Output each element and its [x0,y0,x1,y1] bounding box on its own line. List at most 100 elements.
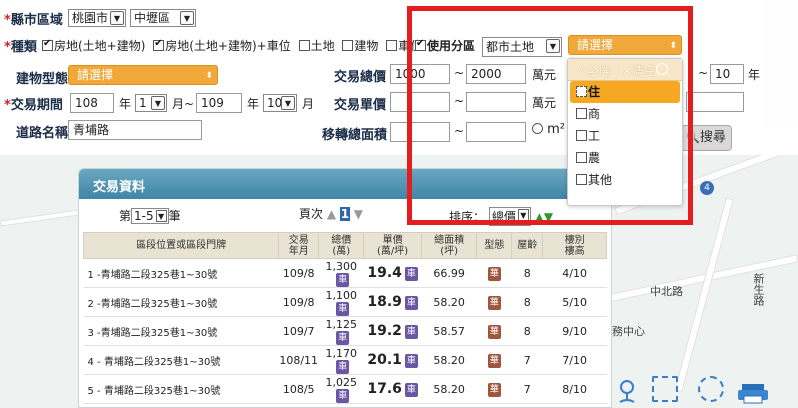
rectangle-select-icon[interactable] [652,376,678,402]
cell-unit-price: 18.9 車 [363,287,422,317]
cell-date: 109/8 [278,287,319,317]
building-type-icon[interactable]: 華 [487,382,501,397]
map-label: 中北路 [650,285,683,298]
parking-tag-icon[interactable]: 車 [336,388,350,403]
circle-select-icon[interactable] [698,376,724,402]
checkbox[interactable] [153,38,165,51]
type-checkbox-group: 房地(土地+建物) 房地(土地+建物)+車位 土地 建物 車位 [42,37,426,54]
building-type-icon[interactable]: 華 [487,266,501,281]
year-text: 年 [247,97,260,111]
age-to-input[interactable]: 10 [710,64,744,84]
checkbox[interactable] [386,40,398,51]
page-nav: 頁次 ▲ 1 ▼ [299,207,363,221]
transaction-table: 區段位置或區段門牌 交易 年月 總價 (萬) 單價 (萬/坪) 總面積 (坪) … [82,232,607,404]
period-to-year-input[interactable]: 109 [196,93,242,113]
cell-type: 華 [476,345,512,375]
checkbox[interactable] [42,38,53,51]
chevron-down-icon: ▼ [151,96,165,110]
type-option-house[interactable]: 房地(土地+建物) [42,37,145,54]
building-type-icon[interactable]: 華 [487,353,501,368]
current-page[interactable]: 1 [339,207,350,221]
parking-tag-icon[interactable]: 車 [336,359,350,374]
parking-tag-icon[interactable]: 車 [404,325,418,339]
cell-type: 華 [476,374,512,404]
total-value: 1,025 [325,375,357,389]
table-header-row: 區段位置或區段門牌 交易 年月 總價 (萬) 單價 (萬/坪) 總面積 (坪) … [82,232,607,259]
extra-input[interactable] [686,92,744,112]
road-label: 道路名稱 [16,126,69,141]
next-page-icon[interactable]: ▼ [354,207,363,221]
cell-address[interactable]: 2 -青埔路二段325巷1~30號 [83,287,279,317]
prev-page-icon[interactable]: ▲ [327,207,336,221]
parking-tag-icon[interactable]: 車 [336,330,350,345]
type-option-building[interactable]: 建物 [342,37,378,54]
parking-tag-icon[interactable]: 車 [336,301,350,316]
period-from-year-input[interactable]: 108 [70,93,114,113]
header-address[interactable]: 區段位置或區段門牌 [82,232,280,259]
map-label: 新生路 [752,273,765,306]
table-row[interactable]: 1 -青埔路二段325巷1~30號 109/8 1,300車 19.4 車 66.99 華 8… [83,258,607,288]
tilde-text: ~ [698,66,709,80]
table-row[interactable]: 4 - 青埔路二段325巷1~30號 108/11 1,170車 20.1 車 58.20… [83,345,607,375]
map-road [0,209,81,227]
parking-tag-icon[interactable]: 車 [404,383,418,397]
cell-address[interactable]: 4 - 青埔路二段325巷1~30號 [83,345,279,375]
page-range-select[interactable]: 1-5 ▼ [131,208,169,224]
cell-age: 8 [511,287,543,317]
building-type-icon[interactable]: 華 [487,295,501,310]
cell-unit-price: 19.4 車 [363,258,422,288]
cell-address[interactable]: 5 - 青埔路二段325巷1~30號 [83,374,279,404]
building-type-select[interactable]: 請選擇 ⬍ [68,65,218,85]
parking-tag-icon[interactable]: 車 [404,296,418,310]
type-option-house-parking[interactable]: 房地(土地+建物)+車位 [153,37,291,54]
cell-floor: 4/10 [542,258,607,288]
header-age[interactable]: 屋齡 [511,232,544,259]
header-date[interactable]: 交易 年月 [278,232,320,259]
map-route-badge: 4 [700,181,714,195]
period-from-month-select[interactable]: 1 ▼ [135,94,167,112]
map-road [674,197,734,393]
parking-tag-icon[interactable]: 車 [404,354,418,368]
location-pin-icon[interactable] [616,378,638,404]
header-floor[interactable]: 樓別 樓高 [542,232,607,259]
total-value: 1,100 [325,288,357,302]
county-select[interactable]: 桃園市 ▼ [68,9,126,27]
month-text: 月 [302,97,315,111]
cell-age: 7 [511,345,543,375]
period-label: *交易期間 [4,98,63,113]
county-label: *縣市區域 [4,13,63,28]
cell-area: 58.20 [421,287,477,317]
cell-address[interactable]: 1 -青埔路二段325巷1~30號 [83,258,279,288]
chevron-down-icon: ⬍ [205,71,213,81]
header-total[interactable]: 總價 (萬) [318,232,365,259]
table-row[interactable]: 5 - 青埔路二段325巷1~30號 108/5 1,025車 17.6 車 58.20 華… [83,374,607,404]
type-option-land[interactable]: 土地 [298,37,335,54]
district-select[interactable]: 中壢區 ▼ [130,9,196,27]
parking-tag-icon[interactable]: 車 [404,267,418,281]
cell-total: 1,170車 [318,345,364,375]
building-type-icon[interactable]: 華 [487,324,501,339]
cell-date: 108/11 [278,345,319,375]
header-area[interactable]: 總面積 (坪) [420,232,478,259]
map-label: 務中心 [612,325,645,338]
page-range: 第 1-5 ▼ 筆 [119,208,181,224]
checkbox[interactable] [298,40,310,51]
table-row[interactable]: 2 -青埔路二段325巷1~30號 109/8 1,100車 18.9 車 58.20 華 8… [83,287,607,317]
header-type[interactable]: 型態 [476,232,513,259]
checkbox[interactable] [342,40,354,51]
cell-area: 58.57 [421,316,477,346]
table-row[interactable]: 3 -青埔路二段325巷1~30號 109/7 1,125車 19.2 車 58.57 華 8… [83,316,607,346]
type-label: *種類 [4,40,37,55]
unit-price-value: 17.6 [367,381,402,397]
parking-tag-icon[interactable]: 車 [336,272,350,287]
chevron-down-icon: ▼ [110,11,124,25]
cell-area: 58.20 [421,374,477,404]
period-to-month-select[interactable]: 10 ▼ [263,94,297,112]
road-input[interactable]: 青埔路 [68,120,202,140]
cell-address[interactable]: 3 -青埔路二段325巷1~30號 [83,316,279,346]
cell-type: 華 [476,258,512,288]
cell-date: 108/5 [278,374,319,404]
print-icon[interactable] [738,382,772,404]
year-text: 年 [119,97,132,111]
header-unit-price[interactable]: 單價 (萬/坪) [363,232,422,259]
